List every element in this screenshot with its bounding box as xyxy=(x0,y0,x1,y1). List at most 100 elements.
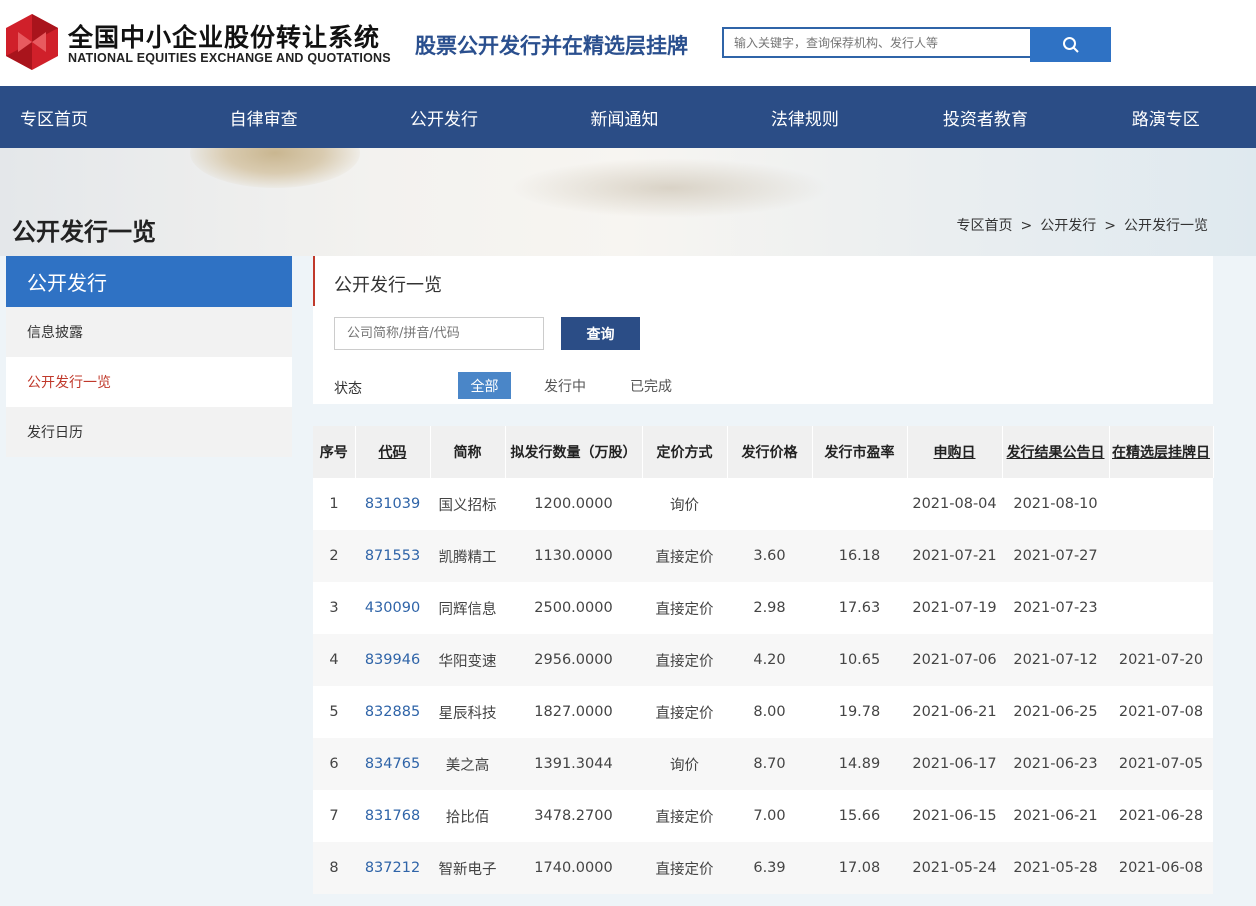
cell-index: 3 xyxy=(313,582,355,634)
neeq-logo-icon[interactable] xyxy=(6,14,58,70)
search-icon xyxy=(1062,36,1079,53)
breadcrumb-public-offering[interactable]: 公开发行 xyxy=(1040,218,1096,234)
cell-listing-date: 2021-06-08 xyxy=(1109,842,1213,894)
cell-pricing-method: 直接定价 xyxy=(642,842,727,894)
cell-result-date: 2021-07-27 xyxy=(1002,530,1109,582)
column-header-issue-price: 发行价格 xyxy=(727,426,813,478)
cell-code-link[interactable]: 831039 xyxy=(355,478,430,530)
cell-index: 7 xyxy=(313,790,355,842)
cell-code-link[interactable]: 832885 xyxy=(355,686,430,738)
table-row: 4 839946 华阳变速 2956.0000 直接定价 4.20 10.65 … xyxy=(313,634,1213,686)
sidebar-item-calendar[interactable]: 发行日历 xyxy=(6,407,292,457)
cell-index: 4 xyxy=(313,634,355,686)
cell-index: 8 xyxy=(313,842,355,894)
cell-issue-quantity: 2956.0000 xyxy=(505,634,642,686)
site-header: 全国中小企业股份转让系统 NATIONAL EQUITIES EXCHANGE … xyxy=(0,0,1256,86)
status-filter-ongoing[interactable]: 发行中 xyxy=(535,372,595,399)
cell-subscription-date: 2021-07-06 xyxy=(907,634,1002,686)
cell-short-name: 国义招标 xyxy=(430,478,505,530)
table-body: 1 831039 国义招标 1200.0000 询价 2021-08-04 20… xyxy=(313,478,1213,894)
cell-short-name: 凯腾精工 xyxy=(430,530,505,582)
cell-listing-date xyxy=(1109,478,1213,530)
cell-index: 6 xyxy=(313,738,355,790)
table-row: 1 831039 国义招标 1200.0000 询价 2021-08-04 20… xyxy=(313,478,1213,530)
cell-issue-price: 3.60 xyxy=(727,530,812,582)
column-header-code[interactable]: 代码 xyxy=(355,426,431,478)
cell-pe-ratio: 17.08 xyxy=(812,842,907,894)
cell-pe-ratio: 16.18 xyxy=(812,530,907,582)
sidebar-item-disclosure[interactable]: 信息披露 xyxy=(6,307,292,357)
cell-code-link[interactable]: 430090 xyxy=(355,582,430,634)
cell-issue-quantity: 1130.0000 xyxy=(505,530,642,582)
column-header-subscription-date-label: 申购日 xyxy=(933,445,976,461)
cell-short-name: 拾比佰 xyxy=(430,790,505,842)
cell-issue-price: 8.00 xyxy=(727,686,812,738)
banner-decoration-secondary xyxy=(510,158,830,218)
column-header-subscription-date[interactable]: 申购日 xyxy=(907,426,1003,478)
nav-item-roadshow[interactable]: 路演专区 xyxy=(1076,86,1256,148)
table-row: 2 871553 凯腾精工 1130.0000 直接定价 3.60 16.18 … xyxy=(313,530,1213,582)
cell-subscription-date: 2021-07-19 xyxy=(907,582,1002,634)
filter-panel: 公开发行一览 查询 状态 全部 发行中 已完成 xyxy=(313,256,1213,404)
nav-item-news[interactable]: 新闻通知 xyxy=(534,86,714,148)
site-search-button[interactable] xyxy=(1030,27,1111,62)
cell-subscription-date: 2021-06-15 xyxy=(907,790,1002,842)
cell-code-link[interactable]: 839946 xyxy=(355,634,430,686)
column-header-short-name: 简称 xyxy=(430,426,506,478)
breadcrumb-separator: > xyxy=(1104,218,1116,234)
nav-item-public-offering[interactable]: 公开发行 xyxy=(354,86,534,148)
company-search-input[interactable] xyxy=(334,317,544,350)
cell-pricing-method: 询价 xyxy=(642,738,727,790)
section-title: 公开发行一览 xyxy=(334,275,442,296)
cell-issue-quantity: 1827.0000 xyxy=(505,686,642,738)
cell-issue-quantity: 2500.0000 xyxy=(505,582,642,634)
cell-code-link[interactable]: 871553 xyxy=(355,530,430,582)
cell-code-link[interactable]: 837212 xyxy=(355,842,430,894)
table-row: 3 430090 同辉信息 2500.0000 直接定价 2.98 17.63 … xyxy=(313,582,1213,634)
status-filter-all[interactable]: 全部 xyxy=(458,372,511,399)
column-header-listing-date[interactable]: 在精选层挂牌日 xyxy=(1109,426,1214,478)
cell-issue-price xyxy=(727,478,812,530)
cell-issue-quantity: 1391.3044 xyxy=(505,738,642,790)
main-content: 公开发行一览 查询 状态 全部 发行中 已完成 序号 代码 简称 拟发行数量（万… xyxy=(313,256,1214,906)
sidebar-item-offering-list[interactable]: 公开发行一览 xyxy=(6,357,292,407)
page-title: 公开发行一览 xyxy=(12,218,156,246)
query-button[interactable]: 查询 xyxy=(561,317,640,350)
status-filter-completed[interactable]: 已完成 xyxy=(621,372,681,399)
breadcrumb-home[interactable]: 专区首页 xyxy=(957,218,1013,234)
column-header-code-label: 代码 xyxy=(378,445,407,461)
cell-listing-date xyxy=(1109,582,1213,634)
cell-pricing-method: 直接定价 xyxy=(642,686,727,738)
status-label: 状态 xyxy=(334,381,362,397)
column-header-result-date[interactable]: 发行结果公告日 xyxy=(1002,426,1110,478)
cell-pe-ratio: 15.66 xyxy=(812,790,907,842)
cell-short-name: 美之高 xyxy=(430,738,505,790)
cell-subscription-date: 2021-06-21 xyxy=(907,686,1002,738)
site-slogan: 股票公开发行并在精选层挂牌 xyxy=(415,34,688,58)
column-header-issue-quantity: 拟发行数量（万股） xyxy=(505,426,643,478)
cell-issue-quantity: 3478.2700 xyxy=(505,790,642,842)
cell-pricing-method: 直接定价 xyxy=(642,634,727,686)
cell-subscription-date: 2021-08-04 xyxy=(907,478,1002,530)
cell-subscription-date: 2021-06-17 xyxy=(907,738,1002,790)
cell-code-link[interactable]: 831768 xyxy=(355,790,430,842)
cell-pricing-method: 直接定价 xyxy=(642,790,727,842)
cell-pe-ratio: 19.78 xyxy=(812,686,907,738)
cell-issue-price: 7.00 xyxy=(727,790,812,842)
cell-pe-ratio xyxy=(812,478,907,530)
nav-item-self-review[interactable]: 自律审查 xyxy=(173,86,353,148)
cell-issue-price: 2.98 xyxy=(727,582,812,634)
nav-item-home[interactable]: 专区首页 xyxy=(0,86,173,148)
site-search-input[interactable] xyxy=(722,27,1030,58)
sidebar: 公开发行 信息披露 公开发行一览 发行日历 xyxy=(6,256,292,457)
cell-result-date: 2021-05-28 xyxy=(1002,842,1109,894)
cell-code-link[interactable]: 834765 xyxy=(355,738,430,790)
banner-decoration xyxy=(190,148,360,188)
page-banner xyxy=(0,148,1256,256)
nav-item-rules[interactable]: 法律规则 xyxy=(715,86,895,148)
nav-item-investor-education[interactable]: 投资者教育 xyxy=(895,86,1075,148)
cell-pricing-method: 直接定价 xyxy=(642,582,727,634)
cell-short-name: 星辰科技 xyxy=(430,686,505,738)
table-row: 6 834765 美之高 1391.3044 询价 8.70 14.89 202… xyxy=(313,738,1213,790)
cell-pe-ratio: 17.63 xyxy=(812,582,907,634)
